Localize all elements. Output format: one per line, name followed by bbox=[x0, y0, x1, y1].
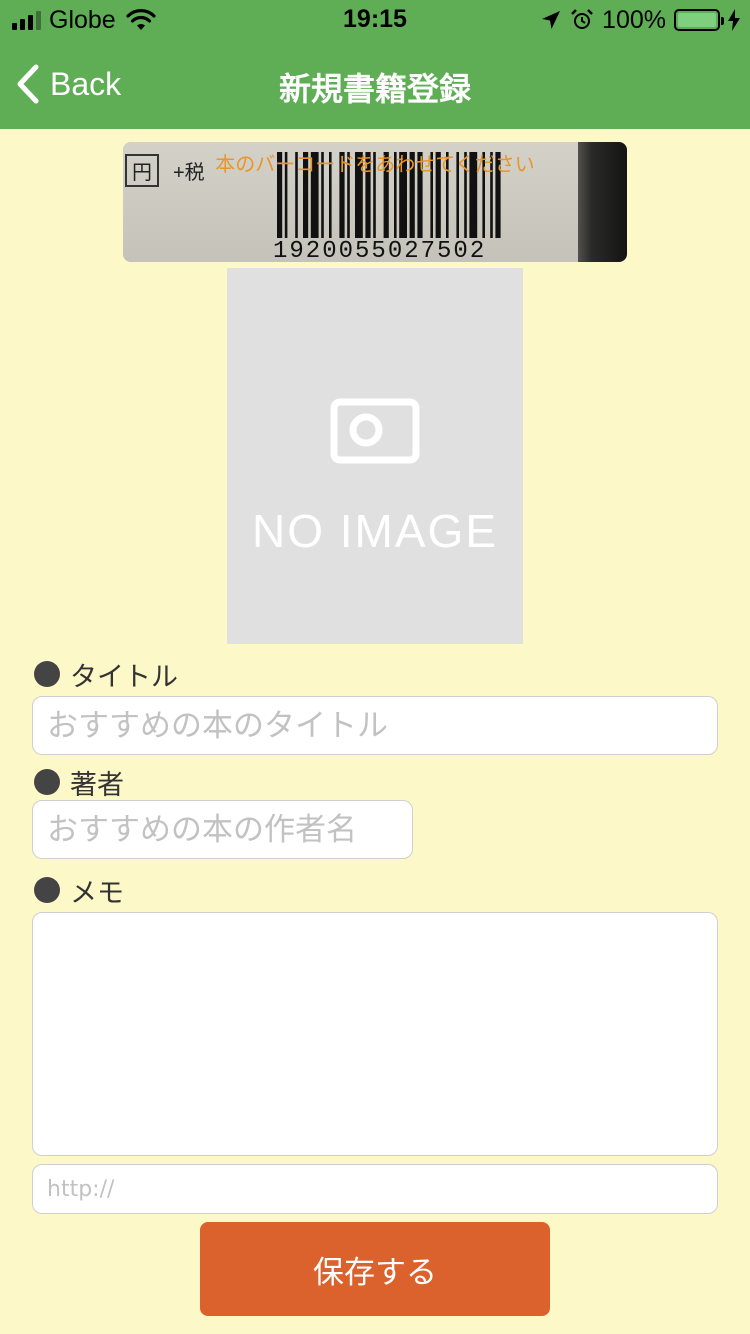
page-title: 新規書籍登録 bbox=[278, 70, 471, 108]
memo-textarea[interactable] bbox=[32, 912, 718, 1156]
title-label: タイトル bbox=[34, 659, 178, 693]
title-input[interactable] bbox=[32, 696, 718, 755]
status-bar: Globe 19:15 100% bbox=[0, 0, 750, 40]
navigation-bar: Back 新規書籍登録 bbox=[0, 40, 750, 129]
battery-percent: 100% bbox=[602, 5, 666, 34]
bullet-icon bbox=[34, 877, 60, 903]
memo-label: メモ bbox=[34, 875, 124, 909]
battery-icon bbox=[674, 9, 724, 31]
location-icon bbox=[542, 11, 561, 29]
bullet-icon bbox=[34, 769, 60, 795]
alarm-icon bbox=[571, 9, 593, 29]
url-input[interactable] bbox=[32, 1164, 718, 1214]
book-cover-placeholder: NO IMAGE bbox=[227, 268, 523, 644]
save-button[interactable]: 保存する bbox=[200, 1222, 550, 1316]
barcode-scanner-view[interactable]: 円 +税 1920055027502 本のバーコードをあわせてください bbox=[123, 142, 627, 262]
barcode-number: 1920055027502 bbox=[273, 238, 487, 262]
author-input[interactable] bbox=[32, 800, 413, 859]
author-label: 著者 bbox=[34, 767, 124, 801]
no-image-text: NO IMAGE bbox=[251, 505, 499, 557]
charging-icon bbox=[728, 9, 740, 31]
scan-hint: 本のバーコードをあわせてください bbox=[215, 152, 535, 176]
bullet-icon bbox=[34, 661, 60, 687]
camera-icon bbox=[330, 398, 420, 464]
